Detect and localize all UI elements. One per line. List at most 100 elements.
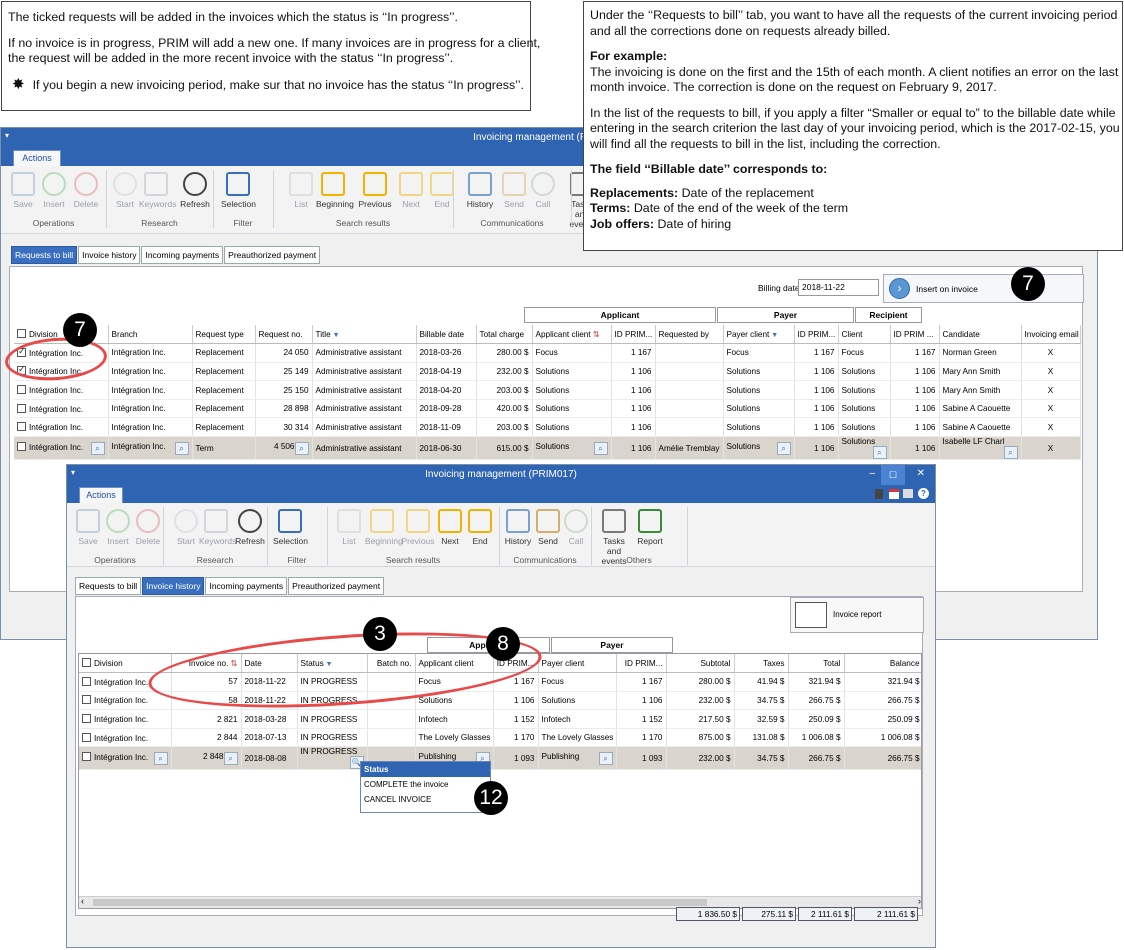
lookup-icon[interactable]: ⌕ — [90, 441, 105, 455]
ribbon-save-button[interactable]: Save — [6, 172, 40, 209]
insert-on-invoice-button[interactable]: › Insert on invoice — [883, 274, 1084, 303]
tab-incoming-payments-2[interactable]: Incoming payments — [205, 577, 288, 595]
print-icon[interactable] — [903, 489, 913, 498]
column-header[interactable]: Total — [788, 654, 845, 674]
row-checkbox[interactable] — [82, 751, 91, 761]
ribbon-history-button[interactable]: History — [501, 509, 535, 546]
tab-invoice-history-2[interactable]: Invoice history — [142, 577, 205, 595]
column-header[interactable]: Invoicing email — [1021, 325, 1081, 345]
ribbon-call-button[interactable]: Call — [526, 172, 560, 209]
column-header[interactable]: Request type — [192, 325, 256, 345]
column-header[interactable]: Requested by — [655, 325, 724, 345]
row-checkbox[interactable] — [17, 385, 26, 395]
lookup-icon[interactable]: ⌕ — [872, 446, 887, 459]
table-row[interactable]: Intégration Inc. 2 821 2018-03-28 IN PROGRE… — [79, 709, 921, 729]
tab-preauthorized-payment[interactable]: Preauthorized payment — [224, 246, 321, 264]
ribbon-previous-button[interactable]: Previous — [401, 509, 435, 546]
column-header[interactable]: ID PRIM... — [794, 325, 839, 345]
table-row[interactable]: Intégration Inc.Intégration Inc.Replacem… — [14, 380, 1081, 400]
column-header[interactable]: Division — [79, 654, 172, 674]
lookup-icon[interactable]: ⌕ — [1003, 446, 1018, 459]
ribbon-next-button[interactable]: Next — [433, 509, 467, 546]
ribbon-insert-button[interactable]: Insert — [101, 509, 135, 546]
lookup-icon[interactable]: ⌕ — [294, 441, 309, 455]
column-header[interactable]: Billable date — [416, 325, 477, 345]
row-checkbox[interactable] — [17, 422, 26, 432]
column-header[interactable]: Payer client ▼ — [723, 325, 795, 345]
scroll-right-icon[interactable]: › — [918, 896, 921, 906]
row-checkbox[interactable] — [82, 714, 91, 724]
ribbon-list-button[interactable]: List — [332, 509, 366, 546]
table-row[interactable]: Intégration Inc.Intégration Inc.Replacem… — [14, 343, 1081, 363]
ribbon-beginning-button[interactable]: Beginning — [365, 509, 403, 546]
ribbon-keywords-button[interactable]: Keywords — [139, 172, 176, 209]
column-header[interactable]: ID PRIM ... — [890, 325, 940, 345]
ribbon-report-button[interactable]: Report — [633, 509, 667, 546]
column-header[interactable]: Applicant client ⇅ — [532, 325, 612, 345]
ribbon-list-button[interactable]: List — [284, 172, 318, 209]
filter-icon[interactable]: ▼ — [331, 332, 340, 339]
maximize-icon[interactable]: ☐ — [881, 465, 905, 485]
ribbon-next-button[interactable]: Next — [394, 172, 428, 209]
column-header[interactable]: Total charge — [476, 325, 533, 345]
column-header[interactable]: Client — [838, 325, 891, 345]
lookup-icon[interactable]: ⌕ — [153, 751, 168, 765]
lookup-icon[interactable]: ⌕ — [223, 751, 238, 765]
ribbon-refresh-button[interactable]: Refresh — [233, 509, 267, 546]
column-header[interactable]: Candidate — [939, 325, 1022, 345]
lookup-icon[interactable]: ⌕ — [593, 441, 608, 455]
row-checkbox[interactable] — [17, 403, 26, 413]
ribbon-save-button[interactable]: Save — [71, 509, 105, 546]
tab-preauthorized-payment-2[interactable]: Preauthorized payment — [288, 577, 385, 595]
ribbon-call-button[interactable]: Call — [559, 509, 593, 546]
lookup-icon[interactable]: ⌕ — [776, 441, 791, 455]
column-header[interactable]: Title ▼ — [312, 325, 417, 345]
help-icon[interactable]: ? — [918, 488, 929, 499]
column-header[interactable]: Request no. — [255, 325, 313, 345]
table-row[interactable]: Intégration Inc.Intégration Inc.Replacem… — [14, 362, 1081, 382]
tab-invoice-history[interactable]: Invoice history — [78, 246, 141, 264]
row-checkbox[interactable] — [82, 695, 91, 705]
tab-incoming-payments[interactable]: Incoming payments — [141, 246, 224, 264]
column-header[interactable]: Taxes — [734, 654, 789, 674]
table-row[interactable]: Intégration Inc.Intégration Inc.Replacem… — [14, 399, 1081, 419]
ribbon-previous-button[interactable]: Previous — [358, 172, 392, 209]
tab-requests-to-bill-2[interactable]: Requests to bill — [75, 577, 142, 595]
ribbon-beginning-button[interactable]: Beginning — [316, 172, 354, 209]
lookup-icon[interactable]: ⌕ — [598, 751, 613, 765]
invoice-report-button[interactable]: Invoice report — [790, 597, 924, 633]
ribbon-end-button[interactable]: End — [463, 509, 497, 546]
select-all-checkbox[interactable] — [82, 658, 91, 668]
column-header[interactable]: ID PRIM... — [611, 325, 656, 345]
ribbon-keywords-button[interactable]: Keywords — [199, 509, 236, 546]
column-header[interactable]: Balance — [844, 654, 921, 674]
filter-icon[interactable]: ▼ — [769, 332, 778, 339]
ribbon-delete-button[interactable]: Delete — [131, 509, 165, 546]
menu-item-cancel-invoice[interactable]: CANCEL INVOICE — [361, 792, 490, 807]
table-row[interactable]: Intégration Inc. ⌕ Intégration Inc. ⌕ Term 4 … — [14, 436, 1081, 461]
table-row[interactable]: Intégration Inc. ⌕ 2 848 ⌕ 2018-08-08 IN PROG… — [79, 746, 921, 771]
ribbon-delete-button[interactable]: Delete — [69, 172, 103, 209]
minimize-icon[interactable]: – — [869, 468, 875, 479]
ribbon-history-button[interactable]: History — [463, 172, 497, 209]
tab-actions[interactable]: Actions — [13, 150, 61, 166]
calendar-icon[interactable] — [889, 489, 899, 499]
row-checkbox[interactable] — [82, 732, 91, 742]
ribbon-start-button[interactable]: Start — [169, 509, 203, 546]
column-header[interactable]: Branch — [108, 325, 193, 345]
row-checkbox[interactable] — [82, 676, 91, 686]
menu-item-complete-invoice[interactable]: COMPLETE the invoice — [361, 777, 490, 792]
select-all-checkbox[interactable] — [17, 329, 26, 339]
column-header[interactable]: Payer client — [538, 654, 617, 674]
calculator-icon[interactable] — [875, 489, 883, 499]
sort-icon[interactable]: ⇅ — [591, 330, 600, 339]
column-header[interactable]: ID PRIM... — [616, 654, 667, 674]
tab-actions-2[interactable]: Actions — [79, 487, 123, 503]
ribbon-insert-button[interactable]: Insert — [37, 172, 71, 209]
close-icon[interactable]: ✕ — [917, 468, 925, 479]
row-checkbox[interactable] — [17, 441, 26, 451]
table-row[interactable]: Intégration Inc. 2 844 2018-07-13 IN PROGRE… — [79, 728, 921, 748]
lookup-icon[interactable]: ⌕ — [174, 441, 189, 455]
billing-date-field[interactable]: 2018-11-22 — [798, 279, 879, 296]
scroll-left-icon[interactable]: ‹ — [81, 896, 84, 906]
